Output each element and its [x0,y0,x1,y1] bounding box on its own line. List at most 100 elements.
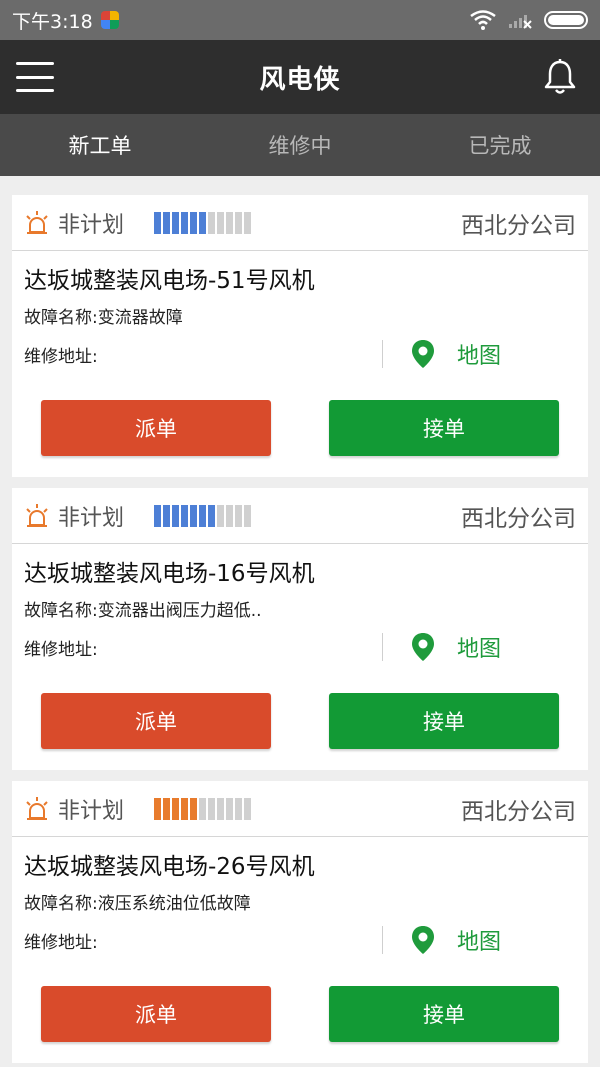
dispatch-button[interactable]: 派单 [41,400,271,456]
map-link[interactable]: 地图 [411,338,501,370]
priority-segment [244,211,252,234]
address-label: 维修地址: [24,639,98,660]
priority-bar [154,797,252,820]
priority-segment [181,504,189,527]
priority-segment [190,797,198,820]
map-label: 地图 [457,637,502,662]
company-name: 西北分公司 [461,798,576,825]
priority-segment [244,504,252,527]
menu-icon-line [16,75,54,79]
tab-new-orders[interactable]: 新工单 [0,114,200,176]
priority-segment [172,797,180,820]
map-label: 地图 [457,344,502,369]
card-header: 非计划 西北分公司 [12,488,588,544]
priority-bar [154,211,252,234]
accept-button[interactable]: 接单 [329,400,559,456]
priority-segment [190,504,198,527]
priority-segment [199,797,207,820]
status-indicators [470,10,588,30]
turbine-name: 达坂城整装风电场-51号风机 [24,268,315,294]
priority-segment [217,211,225,234]
priority-segment [181,211,189,234]
status-bar: 下午3:18 [0,0,600,40]
priority-segment [235,504,243,527]
menu-icon-line [16,62,54,65]
priority-bar [154,504,252,527]
priority-segment [199,504,207,527]
work-order-card[interactable]: 非计划 西北分公司 达坂城整装风电场-16号风机 故障名称:变流器出阀压力超低.… [12,488,588,770]
tab-completed[interactable]: 已完成 [400,114,600,176]
turbine-name: 达坂城整装风电场-26号风机 [24,854,315,880]
work-order-card[interactable]: 非计划 西北分公司 达坂城整装风电场-26号风机 故障名称:液压系统油位低故障 … [12,781,588,1063]
address-row: 维修地址: 地图 [12,332,588,376]
address-label: 维修地址: [24,346,98,367]
map-pin-icon [412,340,434,368]
card-header: 非计划 西北分公司 [12,195,588,251]
menu-icon-line [16,89,54,92]
alarm-light-icon [26,796,48,820]
priority-segment [181,797,189,820]
priority-segment [163,504,171,527]
alarm-light-icon [26,503,48,527]
company-name: 西北分公司 [461,505,576,532]
map-pin-icon [412,633,434,661]
battery-icon [544,11,588,29]
fault-name: 故障名称:变流器故障 [24,308,183,328]
dispatch-button[interactable]: 派单 [41,693,271,749]
accept-button[interactable]: 接单 [329,693,559,749]
tab-in-repair[interactable]: 维修中 [200,114,400,176]
plan-type-label: 非计划 [58,798,125,824]
map-pin-icon [412,926,434,954]
fault-name: 故障名称:变流器出阀压力超低.. [24,601,262,621]
fault-name: 故障名称:液压系统油位低故障 [24,894,251,914]
priority-segment [226,504,234,527]
alarm-light-icon [26,210,48,234]
priority-segment [226,797,234,820]
priority-segment [172,504,180,527]
plan-type-label: 非计划 [58,505,125,531]
action-row: 派单 接单 [12,400,588,456]
priority-segment [235,797,243,820]
priority-segment [217,504,225,527]
priority-segment [208,797,216,820]
app-header: 风电侠 [0,40,600,114]
priority-segment [172,211,180,234]
dispatch-button[interactable]: 派单 [41,986,271,1042]
work-order-card[interactable]: 非计划 西北分公司 达坂城整装风电场-51号风机 故障名称:变流器故障 维修地址… [12,195,588,477]
priority-segment [235,211,243,234]
divider [382,340,383,368]
tab-bar: 新工单 维修中 已完成 [0,114,600,176]
bell-icon[interactable] [542,58,578,96]
priority-segment [208,504,216,527]
priority-segment [226,211,234,234]
priority-segment [154,211,162,234]
accept-button[interactable]: 接单 [329,986,559,1042]
page-title: 风电侠 [259,64,341,95]
priority-segment [208,211,216,234]
action-row: 派单 接单 [12,693,588,749]
plan-type-label: 非计划 [58,212,125,238]
priority-segment [163,211,171,234]
signal-icon [509,15,532,29]
menu-button[interactable] [16,58,54,96]
priority-segment [154,797,162,820]
map-label: 地图 [457,930,502,955]
divider [382,633,383,661]
app-notification-icon [100,11,119,29]
map-link[interactable]: 地图 [411,924,501,956]
priority-segment [190,211,198,234]
status-time: 下午3:18 [12,10,93,33]
address-label: 维修地址: [24,932,98,953]
address-row: 维修地址: 地图 [12,625,588,669]
divider [382,926,383,954]
priority-segment [217,797,225,820]
map-link[interactable]: 地图 [411,631,501,663]
action-row: 派单 接单 [12,986,588,1042]
priority-segment [154,504,162,527]
turbine-name: 达坂城整装风电场-16号风机 [24,561,315,587]
priority-segment [244,797,252,820]
priority-segment [163,797,171,820]
company-name: 西北分公司 [461,212,576,239]
card-header: 非计划 西北分公司 [12,781,588,837]
priority-segment [199,211,207,234]
